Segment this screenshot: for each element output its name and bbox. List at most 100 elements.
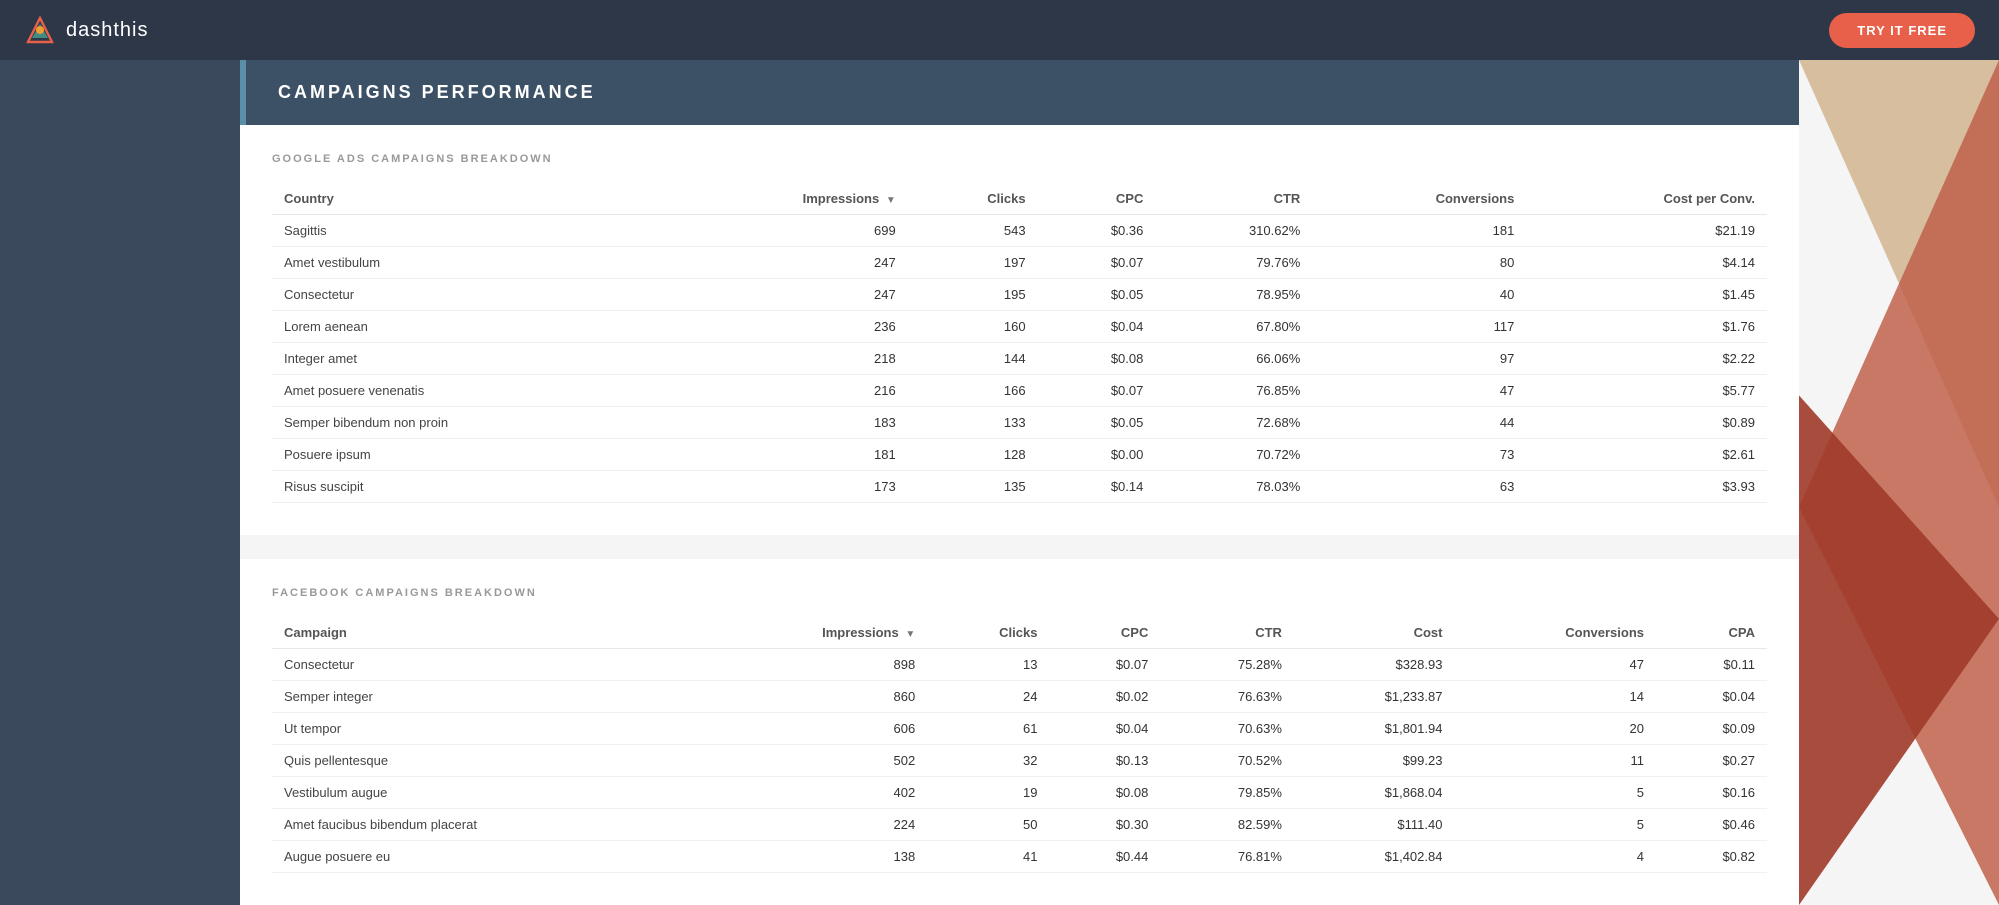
cell-country: Consectetur [272, 279, 664, 311]
logo-area: dashthis [24, 14, 149, 46]
cell-cpc: $0.08 [1049, 777, 1160, 809]
cell-cpc: $0.36 [1038, 215, 1156, 247]
cell-clicks: 144 [908, 343, 1038, 375]
cell-impressions: 173 [664, 471, 908, 503]
cell-ctr: 70.63% [1160, 713, 1294, 745]
cell-impressions: 247 [664, 279, 908, 311]
main-layout: CAMPAIGNS PERFORMANCE GOOGLE ADS CAMPAIG… [0, 0, 1999, 905]
cell-ctr: 70.72% [1155, 439, 1312, 471]
cell-campaign: Augue posuere eu [272, 841, 698, 873]
cell-conversions: 5 [1454, 809, 1656, 841]
cell-ctr: 75.28% [1160, 649, 1294, 681]
facebook-section: FACEBOOK CAMPAIGNS BREAKDOWN Campaign Im… [240, 559, 1799, 905]
cell-cpc: $0.13 [1049, 745, 1160, 777]
cell-conversions: 47 [1454, 649, 1656, 681]
cell-conversions: 181 [1312, 215, 1526, 247]
cell-ctr: 76.63% [1160, 681, 1294, 713]
cell-cpc: $0.14 [1038, 471, 1156, 503]
cell-cost-per-conv: $1.45 [1526, 279, 1767, 311]
cell-ctr: 72.68% [1155, 407, 1312, 439]
cell-ctr: 79.85% [1160, 777, 1294, 809]
table-row: Consectetur 247 195 $0.05 78.95% 40 $1.4… [272, 279, 1767, 311]
cell-campaign: Vestibulum augue [272, 777, 698, 809]
fb-col-cost: Cost [1294, 617, 1455, 649]
logo-text: dashthis [66, 19, 149, 42]
fb-col-clicks: Clicks [927, 617, 1049, 649]
cell-impressions: 218 [664, 343, 908, 375]
cell-clicks: 543 [908, 215, 1038, 247]
cell-impressions: 502 [698, 745, 928, 777]
cell-ctr: 66.06% [1155, 343, 1312, 375]
table-row: Sagittis 699 543 $0.36 310.62% 181 $21.1… [272, 215, 1767, 247]
cell-cost-per-conv: $0.89 [1526, 407, 1767, 439]
cell-clicks: 128 [908, 439, 1038, 471]
right-decorative-panel [1799, 60, 1999, 905]
facebook-table-header-row: Campaign Impressions ▼ Clicks CPC CTR Co… [272, 617, 1767, 649]
cell-clicks: 24 [927, 681, 1049, 713]
cell-impressions: 898 [698, 649, 928, 681]
cell-cpc: $0.44 [1049, 841, 1160, 873]
cell-campaign: Semper integer [272, 681, 698, 713]
cell-cost: $1,801.94 [1294, 713, 1455, 745]
cell-cost: $111.40 [1294, 809, 1455, 841]
cell-clicks: 32 [927, 745, 1049, 777]
cell-country: Lorem aenean [272, 311, 664, 343]
cell-impressions: 183 [664, 407, 908, 439]
cell-ctr: 82.59% [1160, 809, 1294, 841]
cell-cpa: $0.11 [1656, 649, 1767, 681]
cell-country: Semper bibendum non proin [272, 407, 664, 439]
table-row: Amet vestibulum 247 197 $0.07 79.76% 80 … [272, 247, 1767, 279]
cell-impressions: 606 [698, 713, 928, 745]
cell-cpc: $0.04 [1038, 311, 1156, 343]
fb-col-ctr: CTR [1160, 617, 1294, 649]
cell-cost-per-conv: $4.14 [1526, 247, 1767, 279]
google-ads-table: Country Impressions ▼ Clicks CPC CTR Con… [272, 183, 1767, 503]
cell-cpc: $0.07 [1038, 375, 1156, 407]
cell-conversions: 11 [1454, 745, 1656, 777]
cell-conversions: 80 [1312, 247, 1526, 279]
col-cpc: CPC [1038, 183, 1156, 215]
table-row: Semper integer 860 24 $0.02 76.63% $1,23… [272, 681, 1767, 713]
cell-cpa: $0.09 [1656, 713, 1767, 745]
fb-col-conversions: Conversions [1454, 617, 1656, 649]
cell-clicks: 61 [927, 713, 1049, 745]
cell-clicks: 19 [927, 777, 1049, 809]
cell-clicks: 166 [908, 375, 1038, 407]
cell-cost: $328.93 [1294, 649, 1455, 681]
cell-impressions: 247 [664, 247, 908, 279]
col-country: Country [272, 183, 664, 215]
cell-cost: $1,233.87 [1294, 681, 1455, 713]
cell-cpc: $0.05 [1038, 279, 1156, 311]
col-impressions[interactable]: Impressions ▼ [664, 183, 908, 215]
section-divider [240, 535, 1799, 559]
cell-impressions: 402 [698, 777, 928, 809]
cell-country: Amet vestibulum [272, 247, 664, 279]
cell-cpc: $0.05 [1038, 407, 1156, 439]
table-row: Posuere ipsum 181 128 $0.00 70.72% 73 $2… [272, 439, 1767, 471]
table-row: Quis pellentesque 502 32 $0.13 70.52% $9… [272, 745, 1767, 777]
cell-cost: $1,402.84 [1294, 841, 1455, 873]
google-ads-section: GOOGLE ADS CAMPAIGNS BREAKDOWN Country I… [240, 125, 1799, 535]
cell-campaign: Ut tempor [272, 713, 698, 745]
cell-cost: $1,868.04 [1294, 777, 1455, 809]
cell-cpa: $0.46 [1656, 809, 1767, 841]
cell-cpa: $0.82 [1656, 841, 1767, 873]
cell-clicks: 160 [908, 311, 1038, 343]
cell-country: Posuere ipsum [272, 439, 664, 471]
cell-clicks: 133 [908, 407, 1038, 439]
dashthis-logo-icon [24, 14, 56, 46]
table-row: Lorem aenean 236 160 $0.04 67.80% 117 $1… [272, 311, 1767, 343]
cell-ctr: 78.95% [1155, 279, 1312, 311]
try-free-button[interactable]: TRY IT FREE [1829, 13, 1975, 48]
cell-campaign: Amet faucibus bibendum placerat [272, 809, 698, 841]
cell-cpc: $0.30 [1049, 809, 1160, 841]
cell-cost-per-conv: $21.19 [1526, 215, 1767, 247]
sidebar [0, 60, 240, 905]
fb-col-impressions[interactable]: Impressions ▼ [698, 617, 928, 649]
main-content: CAMPAIGNS PERFORMANCE GOOGLE ADS CAMPAIG… [240, 60, 1799, 905]
cell-country: Sagittis [272, 215, 664, 247]
cell-ctr: 79.76% [1155, 247, 1312, 279]
campaigns-title: CAMPAIGNS PERFORMANCE [278, 82, 596, 102]
google-table-header-row: Country Impressions ▼ Clicks CPC CTR Con… [272, 183, 1767, 215]
cell-clicks: 41 [927, 841, 1049, 873]
